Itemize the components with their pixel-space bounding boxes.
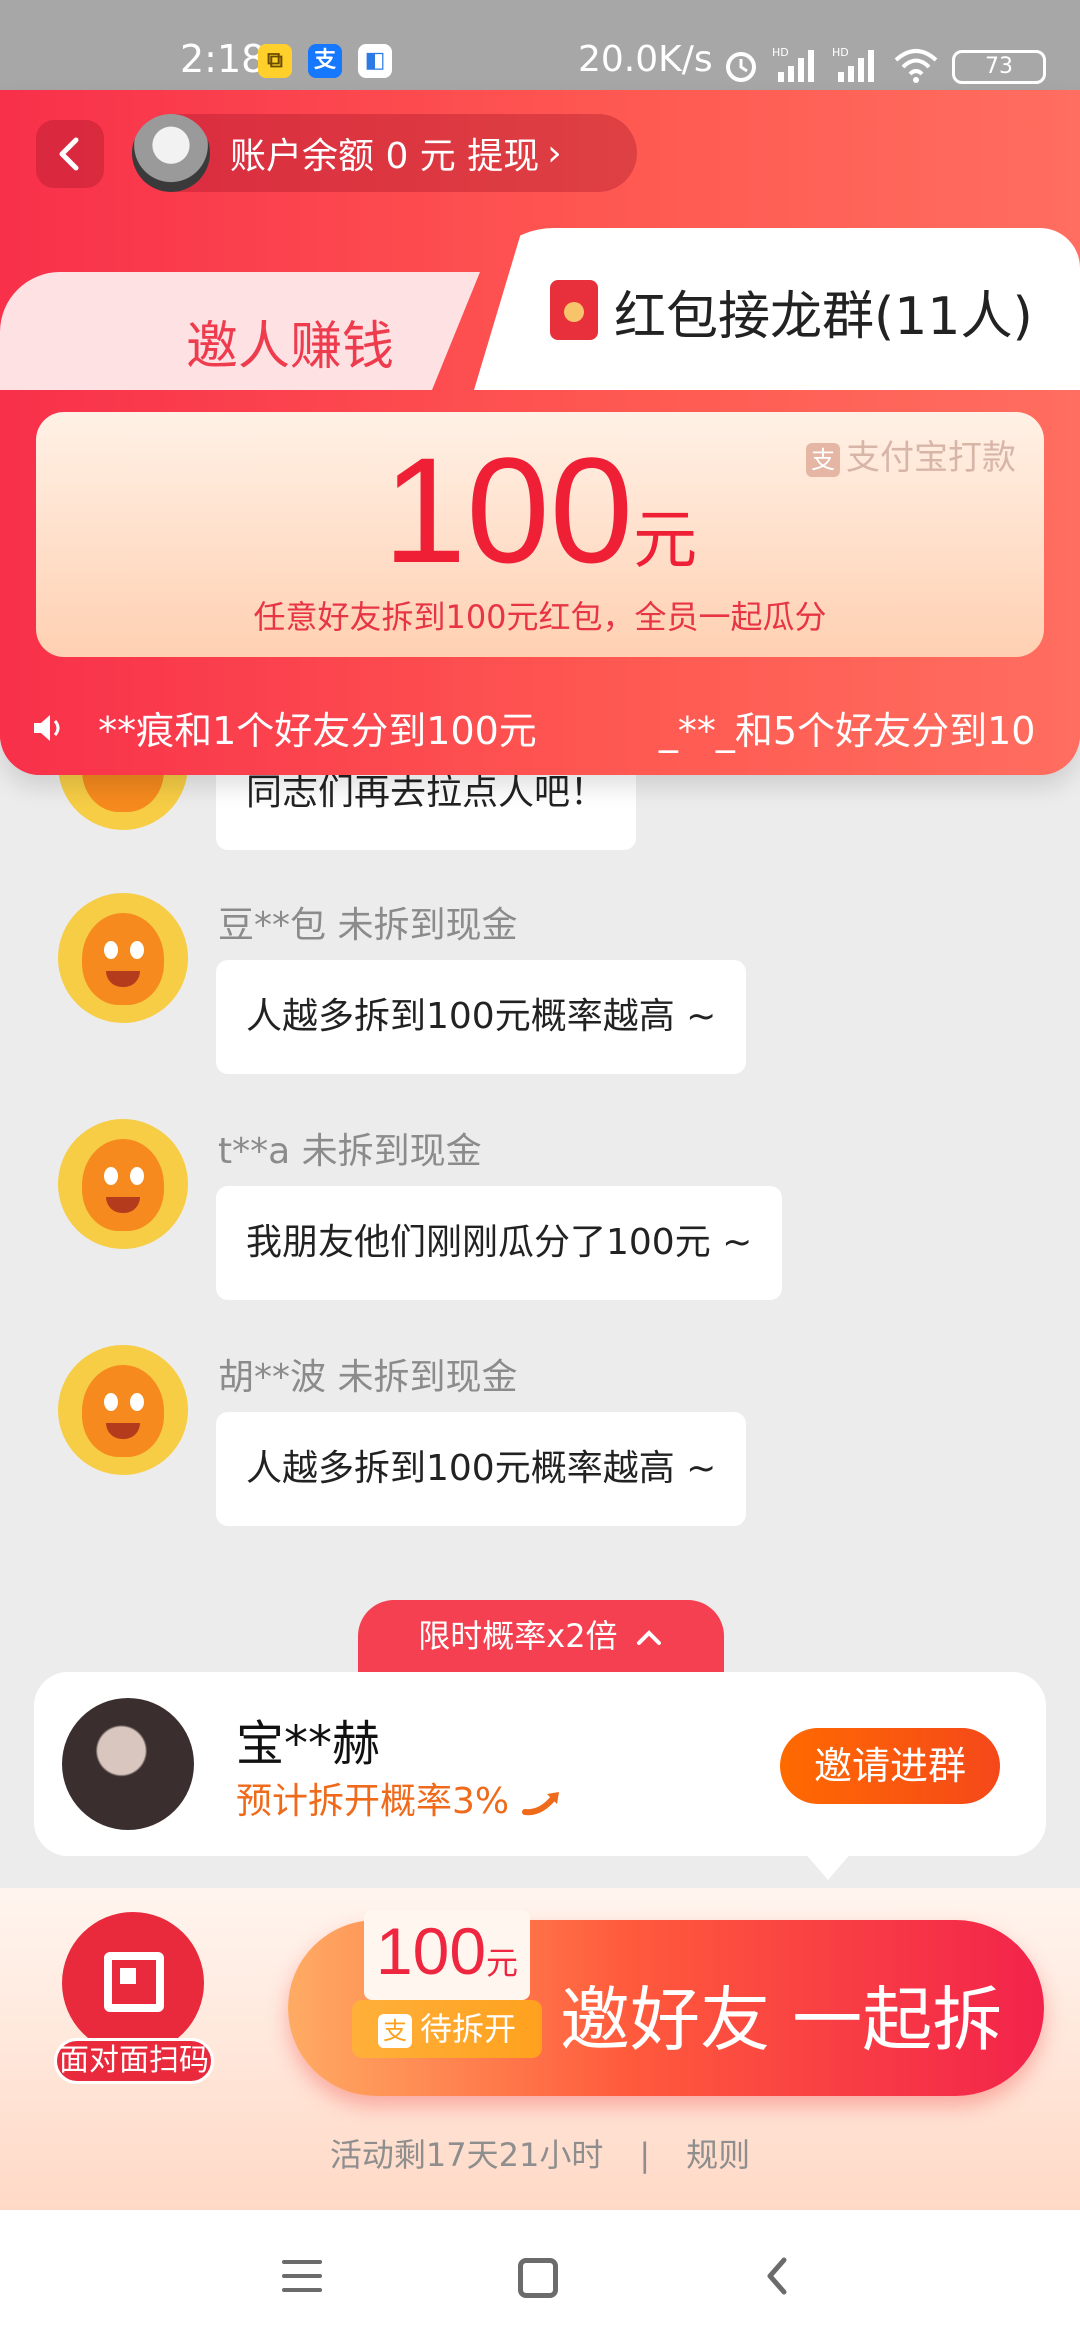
cta-amount-unit: 元 xyxy=(486,1945,519,1981)
red-envelope-icon xyxy=(550,280,598,340)
qr-code-icon xyxy=(62,1912,204,2054)
candidate-probability: 预计拆开概率3% xyxy=(236,1772,565,1824)
back-icon[interactable] xyxy=(762,2256,792,2296)
account-balance-pill[interactable]: 账户余额 0 元 提现 › xyxy=(132,114,637,192)
activity-remaining: 活动剩17天21小时 xyxy=(329,2136,604,2174)
network-speed: 20.0K/s xyxy=(578,39,713,80)
chat-sender-name: t**a xyxy=(218,1131,291,1172)
cta-pending-label: 待拆开 xyxy=(419,2010,516,2048)
chevron-left-icon xyxy=(59,137,79,171)
menu-icon[interactable] xyxy=(282,2260,322,2292)
cta-amount-value: 100 xyxy=(375,1914,487,1988)
copy-app-icon: ⧉ xyxy=(258,44,292,78)
chat-sender-name: 豆**包 xyxy=(218,905,327,946)
ticker-message: **痕和1个好友分到100元 xyxy=(98,709,537,753)
alipay-icon: 支 xyxy=(308,44,342,78)
winners-ticker: **痕和1个好友分到100元 _**_和5个好友分到10 xyxy=(30,700,1050,756)
prize-subtitle: 任意好友拆到100元红包，全员一起瓜分 xyxy=(253,598,827,636)
alipay-icon: 支 xyxy=(377,2014,412,2048)
hd-signal-icon: HD xyxy=(772,46,814,82)
candidate-avatar xyxy=(62,1698,194,1830)
chat-bubble: 人越多拆到100元概率越高 ~ xyxy=(216,1412,747,1526)
trend-arrow-icon xyxy=(521,1792,559,1816)
boost-probability-toggle[interactable]: 限时概率x2倍 xyxy=(358,1600,724,1672)
cta-amount-box: 100元 xyxy=(364,1910,530,2000)
ticker-message: _**_和5个好友分到10 xyxy=(658,709,1036,753)
tab-group-label: 红包接龙群(11人) xyxy=(614,287,1033,347)
card-pointer xyxy=(804,1852,852,1880)
tab-invite-label: 邀人赚钱 xyxy=(186,317,395,377)
hd-signal-icon: HD xyxy=(832,46,874,82)
invite-candidate-card: 宝**赫 预计拆开概率3% 邀请进群 xyxy=(34,1672,1046,1880)
invite-friends-open-button[interactable]: 100元 支待拆开 邀好友 一起拆 xyxy=(288,1910,1044,2096)
account-balance-text: 账户余额 0 元 提现 xyxy=(230,136,540,177)
chat-sender: t**a 未拆到现金 xyxy=(218,1122,482,1174)
chat-sender-status: 未拆到现金 xyxy=(337,905,518,946)
chat-avatar xyxy=(58,1345,188,1475)
boost-label: 限时概率x2倍 xyxy=(418,1617,618,1655)
cta-amount: 100元 xyxy=(364,1910,530,2004)
candidate-name: 宝**赫 xyxy=(236,1716,381,1772)
invite-join-group-button[interactable]: 邀请进群 xyxy=(780,1728,1000,1804)
wifi-icon xyxy=(894,49,938,83)
chat-sender-status: 未拆到现金 xyxy=(337,1357,518,1398)
home-icon[interactable] xyxy=(518,2258,558,2298)
cta-pending-badge: 支待拆开 xyxy=(352,2000,542,2058)
rules-link[interactable]: 规则 xyxy=(686,2136,750,2174)
tab-red-packet-group[interactable]: 红包接龙群(11人) xyxy=(474,228,1080,390)
prize-card: 支支付宝打款 100元 任意好友拆到100元红包，全员一起瓜分 xyxy=(36,412,1044,657)
chat-avatar xyxy=(58,1119,188,1249)
svg-text:HD: HD xyxy=(832,46,849,59)
chat-avatar xyxy=(58,893,188,1023)
chat-sender: 豆**包 未拆到现金 xyxy=(218,896,517,948)
chat-sender-name: 胡**波 xyxy=(218,1357,327,1398)
prize-amount-unit: 元 xyxy=(633,504,698,576)
footer-separator: | xyxy=(639,2136,651,2174)
user-avatar xyxy=(132,114,210,192)
svg-text:HD: HD xyxy=(772,46,789,59)
prize-amount-value: 100 xyxy=(382,426,634,594)
chevron-up-icon xyxy=(636,1630,661,1645)
system-nav-bar xyxy=(0,2210,1080,2340)
back-button[interactable] xyxy=(36,120,104,188)
chat-bubble: 我朋友他们刚刚瓜分了100元 ~ xyxy=(216,1186,783,1300)
alarm-icon xyxy=(726,52,756,82)
app-icon: ◧ xyxy=(358,44,392,78)
cta-label: 邀好友 一起拆 xyxy=(560,1979,1003,2061)
candidate-probability-text: 预计拆开概率3% xyxy=(236,1781,510,1822)
chat-sender: 胡**波 未拆到现金 xyxy=(218,1348,517,1400)
chat-bubble: 人越多拆到100元概率越高 ~ xyxy=(216,960,747,1074)
status-icons: HD HD 73 xyxy=(722,40,1046,84)
status-bar: 2:18 ⧉ 支 ◧ 20.0K/s HD HD 73 xyxy=(0,0,1080,90)
chat-sender-status: 未拆到现金 xyxy=(301,1131,482,1172)
speaker-icon xyxy=(34,714,60,741)
status-time: 2:18 xyxy=(180,37,266,81)
chevron-right-icon: › xyxy=(547,132,562,174)
qr-label: 面对面扫码 xyxy=(54,2038,214,2084)
battery-icon: 73 xyxy=(952,50,1046,84)
tab-invite-earn[interactable]: 邀人赚钱 xyxy=(0,272,480,390)
face-to-face-scan-button[interactable]: 面对面扫码 xyxy=(54,1912,214,2084)
activity-footer: 活动剩17天21小时 | 规则 xyxy=(0,2130,1080,2176)
